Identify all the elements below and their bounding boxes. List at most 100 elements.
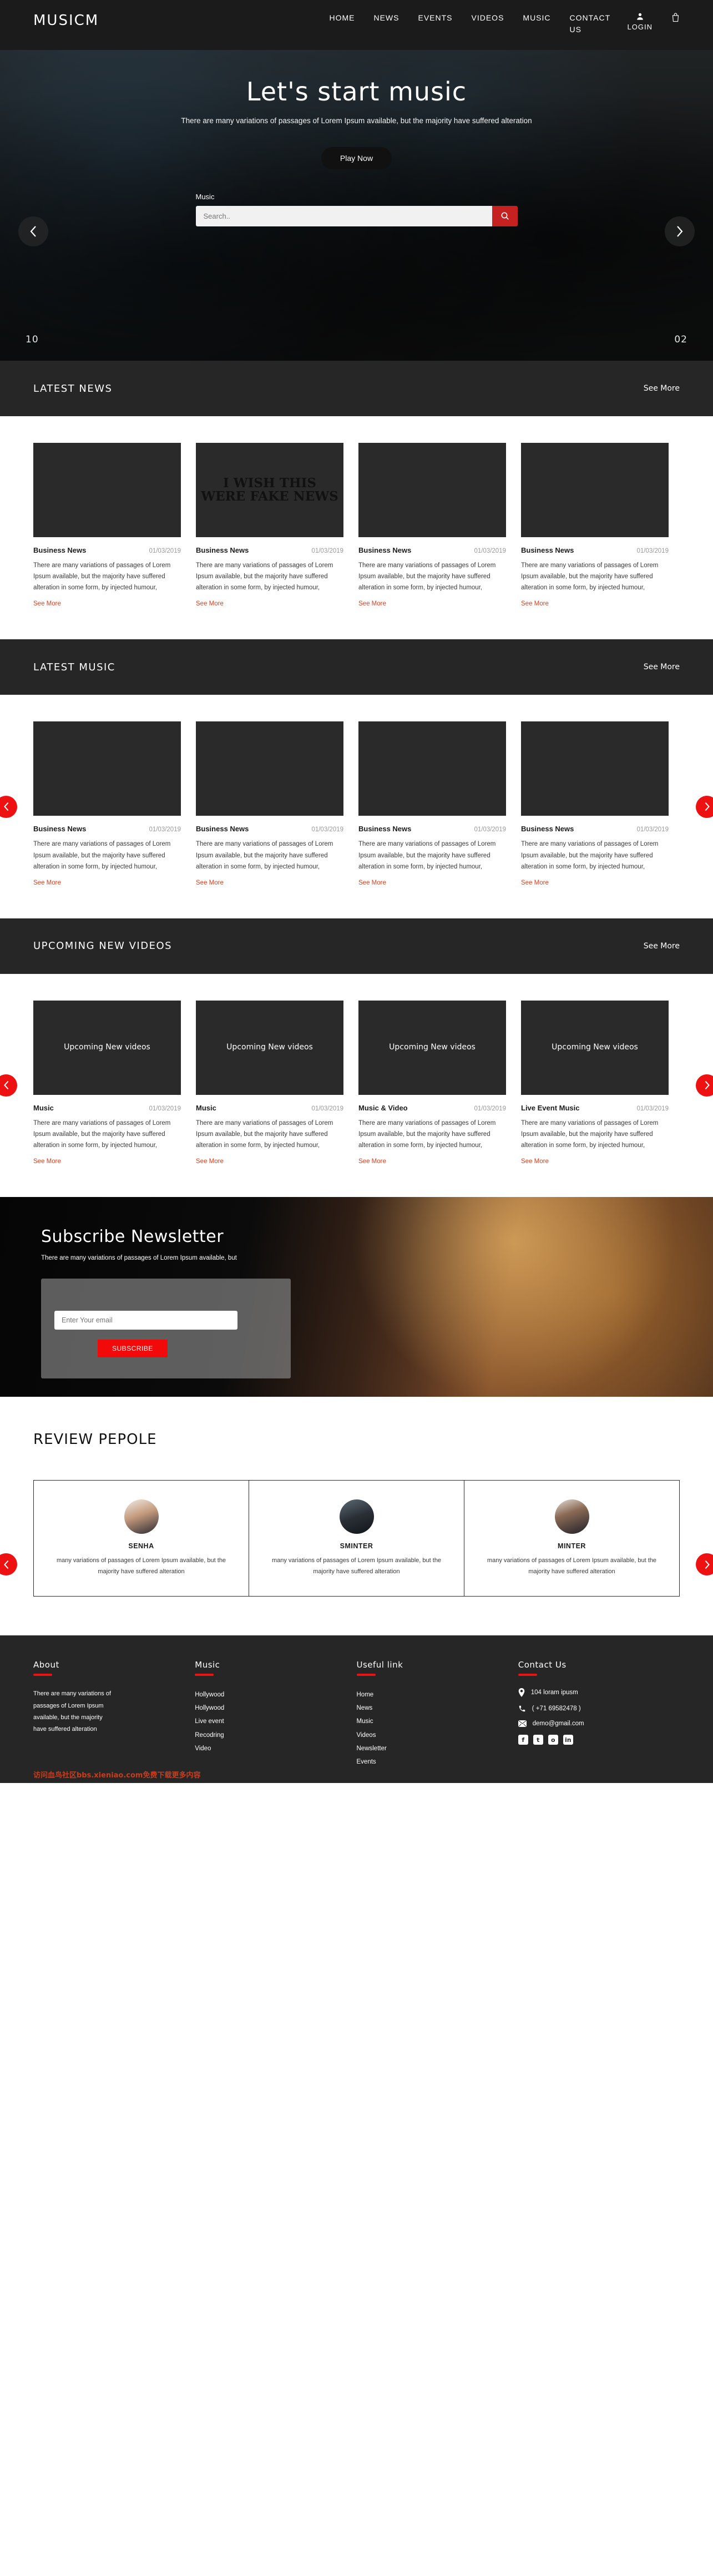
list-item[interactable]: Video <box>195 1742 356 1755</box>
account-login[interactable]: LOGIN <box>628 12 653 36</box>
music-card[interactable]: Business News 01/03/2019 There are many … <box>33 721 181 887</box>
cart-button[interactable] <box>671 12 680 36</box>
footer-useful-link[interactable]: Events <box>357 1759 376 1765</box>
music-card-grid: Business News 01/03/2019 There are many … <box>0 695 713 918</box>
nav-item-contact-us[interactable]: CONTACT US <box>570 12 610 36</box>
footer-music-title: Music <box>195 1660 220 1670</box>
video-card[interactable]: Upcoming New videos Music 01/03/2019 The… <box>33 1000 181 1166</box>
footer-useful-link[interactable]: Videos <box>357 1732 376 1739</box>
video-card-link[interactable]: See More <box>358 1158 386 1165</box>
videos-next-button[interactable] <box>696 1074 713 1097</box>
list-item[interactable]: Home <box>357 1688 518 1701</box>
list-item[interactable]: Videos <box>357 1729 518 1742</box>
video-card-link[interactable]: See More <box>196 1158 224 1165</box>
facebook-icon[interactable]: f <box>518 1735 528 1745</box>
list-item[interactable]: Newsletter <box>357 1742 518 1755</box>
chevron-right-icon <box>705 1560 710 1569</box>
list-item[interactable]: Hollywood <box>195 1701 356 1715</box>
subscribe-button[interactable]: SUBSCRIBE <box>98 1339 168 1357</box>
chevron-left-icon <box>3 1560 8 1569</box>
news-card-link[interactable]: See More <box>33 600 61 607</box>
list-item[interactable]: Music <box>357 1715 518 1728</box>
footer-music-link[interactable]: Hollywood <box>195 1705 224 1711</box>
news-see-more-link[interactable]: See More <box>644 384 680 393</box>
avatar <box>124 1499 159 1534</box>
news-card-title: Business News <box>33 546 87 554</box>
footer-music-link[interactable]: Hollywood <box>195 1691 224 1698</box>
news-card[interactable]: Business News 01/03/2019 There are many … <box>358 443 506 608</box>
chevron-right-icon <box>705 802 710 811</box>
video-card-body: There are many variations of passages of… <box>196 1119 333 1149</box>
news-card-link[interactable]: See More <box>521 600 549 607</box>
hero-next-button[interactable] <box>665 216 695 246</box>
news-card-link[interactable]: See More <box>358 600 386 607</box>
search-button[interactable] <box>492 205 518 226</box>
instagram-icon[interactable]: o <box>548 1735 558 1745</box>
news-section-title: LATEST NEWS <box>33 382 113 395</box>
music-prev-button[interactable] <box>0 795 17 818</box>
contact-email: demo@gmail.com <box>532 1720 584 1728</box>
music-card[interactable]: Business News 01/03/2019 There are many … <box>521 721 669 887</box>
nav-item-events[interactable]: EVENTS <box>418 12 452 36</box>
review-text: many variations of passages of Lorem Ips… <box>271 1557 442 1575</box>
news-section-header: LATEST NEWS See More <box>0 361 713 431</box>
list-item[interactable]: News <box>357 1701 518 1715</box>
nav-item-home[interactable]: HOME <box>329 12 355 36</box>
slide-counter-total: 02 <box>674 334 687 345</box>
nav-item-music[interactable]: MUSIC <box>523 12 550 36</box>
twitter-glyph: t <box>537 1736 540 1744</box>
footer-music-link[interactable]: Live event <box>195 1718 224 1725</box>
music-card-link[interactable]: See More <box>358 880 386 886</box>
play-now-button[interactable]: Play Now <box>321 147 392 169</box>
brand-logo[interactable]: MUSICM <box>33 12 99 29</box>
video-card-link[interactable]: See More <box>33 1158 61 1165</box>
footer-music-link[interactable]: Recodring <box>195 1732 224 1739</box>
instagram-glyph: o <box>550 1736 555 1744</box>
footer-useful-link[interactable]: News <box>357 1705 373 1711</box>
videos-section-title: UPCOMING NEW VIDEOS <box>33 940 173 952</box>
hero-prev-button[interactable] <box>18 216 48 246</box>
search-row <box>195 205 518 226</box>
music-card[interactable]: Business News 01/03/2019 There are many … <box>358 721 506 887</box>
footer-music-link[interactable]: Video <box>195 1745 211 1752</box>
linkedin-icon[interactable]: in <box>563 1735 573 1745</box>
news-card-link[interactable]: See More <box>196 600 224 607</box>
newsletter-email-input[interactable] <box>54 1310 237 1330</box>
list-item[interactable]: Live event <box>195 1715 356 1728</box>
music-card-link[interactable]: See More <box>196 880 224 886</box>
list-item[interactable]: Events <box>357 1755 518 1769</box>
footer-useful-link[interactable]: Home <box>357 1691 374 1698</box>
video-card-date: 01/03/2019 <box>636 1105 669 1112</box>
music-next-button[interactable] <box>696 795 713 818</box>
news-card-date: 01/03/2019 <box>474 548 506 554</box>
nav-item-news[interactable]: NEWS <box>373 12 399 36</box>
music-card-link[interactable]: See More <box>33 880 61 886</box>
social-links: f t o in <box>518 1735 680 1745</box>
video-card[interactable]: Upcoming New videos Music & Video 01/03/… <box>358 1000 506 1166</box>
news-card[interactable]: I WISH THIS WERE FAKE NEWS Business News… <box>196 443 343 608</box>
reviews-next-button[interactable] <box>696 1553 713 1576</box>
list-item[interactable]: Recodring <box>195 1729 356 1742</box>
footer-useful-link[interactable]: Newsletter <box>357 1745 387 1752</box>
review-item: SMINTER many variations of passages of L… <box>249 1481 464 1597</box>
twitter-icon[interactable]: t <box>533 1735 543 1745</box>
music-see-more-link[interactable]: See More <box>644 663 680 671</box>
newsletter-title: Subscribe Newsletter <box>41 1227 224 1247</box>
music-card-link[interactable]: See More <box>521 880 549 886</box>
videos-prev-button[interactable] <box>0 1074 17 1097</box>
video-card-link[interactable]: See More <box>521 1158 549 1165</box>
news-card[interactable]: Business News 01/03/2019 There are many … <box>521 443 669 608</box>
music-card[interactable]: Business News 01/03/2019 There are many … <box>196 721 343 887</box>
news-card[interactable]: Business News 01/03/2019 There are many … <box>33 443 181 608</box>
video-card[interactable]: Upcoming New videos Live Event Music 01/… <box>521 1000 669 1166</box>
videos-see-more-link[interactable]: See More <box>644 942 680 951</box>
video-thumbnail: Upcoming New videos <box>358 1000 506 1095</box>
list-item[interactable]: Hollywood <box>195 1688 356 1701</box>
music-section-title: LATEST MUSIC <box>33 661 115 673</box>
search-label: Music <box>195 192 215 201</box>
nav-item-videos[interactable]: VIDEOS <box>472 12 504 36</box>
reviews-prev-button[interactable] <box>0 1553 17 1576</box>
search-input[interactable] <box>195 205 492 226</box>
footer-useful-link[interactable]: Music <box>357 1718 373 1725</box>
video-card[interactable]: Upcoming New videos Music 01/03/2019 The… <box>196 1000 343 1166</box>
